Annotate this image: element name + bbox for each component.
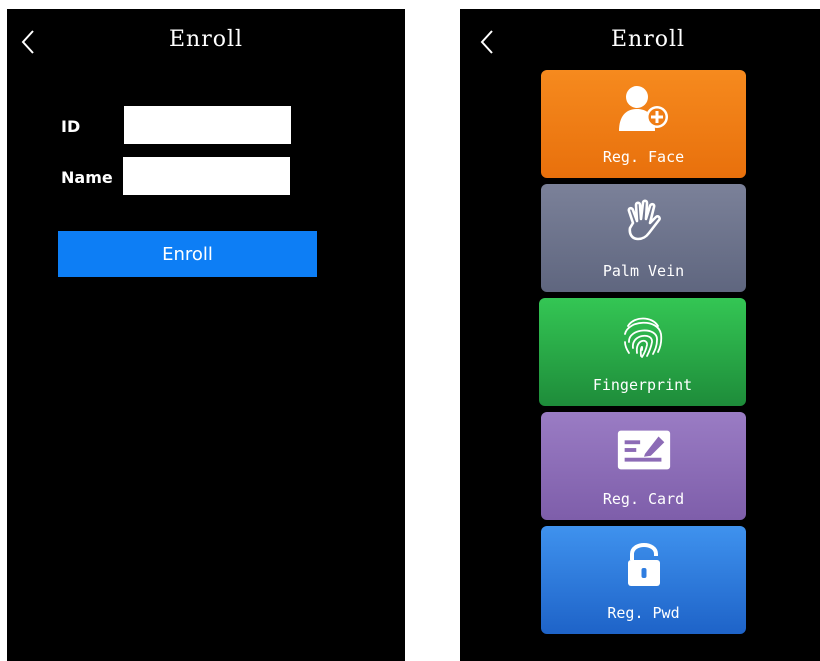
lock-icon xyxy=(614,536,674,592)
enroll-form-screen: Enroll ID Name Enroll xyxy=(7,9,405,661)
page-title: Enroll xyxy=(610,27,686,52)
tile-label: Palm Vein xyxy=(602,262,685,280)
fingerprint-icon xyxy=(613,308,673,364)
reg-face-tile[interactable]: Reg. Face xyxy=(541,70,746,178)
tile-label: Reg. Card xyxy=(602,490,685,508)
palm-icon xyxy=(614,194,674,250)
id-label: ID xyxy=(61,117,81,136)
add-user-icon xyxy=(614,80,674,136)
card-icon xyxy=(614,422,674,478)
reg-pwd-tile[interactable]: Reg. Pwd xyxy=(541,526,746,634)
tile-label: Reg. Face xyxy=(602,148,685,166)
enroll-button[interactable]: Enroll xyxy=(58,231,317,277)
tile-label: Fingerprint xyxy=(592,376,693,394)
page-title: Enroll xyxy=(168,27,244,52)
tile-label: Reg. Pwd xyxy=(607,604,680,622)
palm-vein-tile[interactable]: Palm Vein xyxy=(541,184,746,292)
id-input[interactable] xyxy=(124,106,291,144)
name-input[interactable] xyxy=(123,157,290,195)
fingerprint-tile[interactable]: Fingerprint xyxy=(539,298,746,406)
reg-card-tile[interactable]: Reg. Card xyxy=(541,412,746,520)
name-label: Name xyxy=(61,168,113,187)
enroll-method-screen: Enroll Reg. Face Palm Vein Fingerprint R… xyxy=(460,9,820,661)
